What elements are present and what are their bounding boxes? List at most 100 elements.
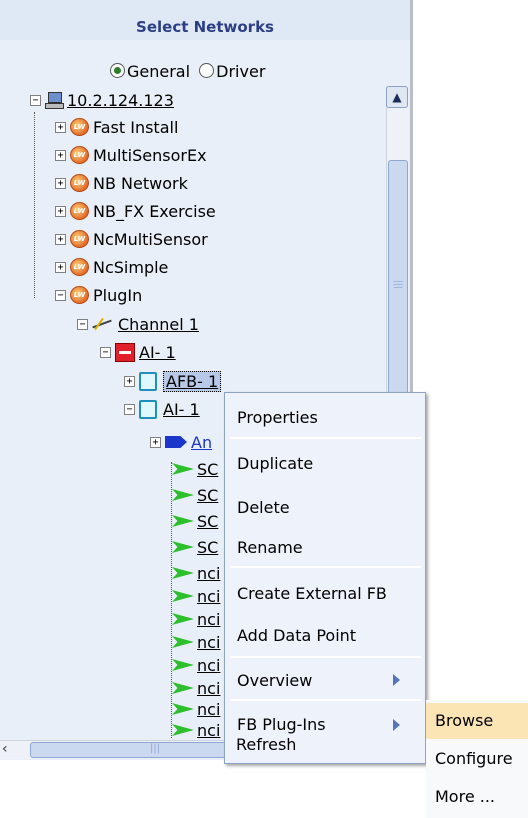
- expand-icon[interactable]: +: [124, 375, 135, 387]
- input-point-icon: [172, 541, 194, 553]
- input-point-icon: [172, 613, 194, 625]
- submenu-arrow-icon: [393, 719, 400, 731]
- expand-icon[interactable]: +: [55, 177, 66, 189]
- point-label[interactable]: nci: [197, 564, 220, 583]
- submenu-item-configure[interactable]: Configure: [434, 741, 528, 777]
- expand-icon[interactable]: +: [150, 436, 161, 448]
- tree-guide-line: [34, 112, 35, 298]
- tree-point[interactable]: nci: [172, 631, 220, 653]
- network-label[interactable]: Fast Install: [93, 118, 178, 137]
- tree-node-child[interactable]: + An: [150, 431, 212, 453]
- general-radio[interactable]: [110, 63, 125, 78]
- network-label[interactable]: PlugIn: [93, 286, 142, 305]
- menu-item-duplicate[interactable]: Duplicate: [237, 454, 313, 473]
- tree-point[interactable]: nci: [172, 719, 220, 741]
- collapse-icon[interactable]: −: [124, 403, 135, 415]
- tree-node-network[interactable]: + LW NcMultiSensor: [55, 228, 208, 250]
- tree-point[interactable]: SC: [172, 510, 218, 532]
- scroll-left-icon[interactable]: ‹: [2, 741, 20, 757]
- tree-point[interactable]: SC: [172, 484, 218, 506]
- menu-separator: [231, 656, 421, 658]
- panel-title: Select Networks: [136, 18, 274, 36]
- driver-radio[interactable]: [199, 63, 215, 78]
- functional-block-icon: [139, 399, 157, 419]
- tree-node-network[interactable]: + LW Fast Install: [55, 116, 178, 138]
- input-point-icon: [172, 659, 194, 671]
- device-label[interactable]: AI- 1: [139, 343, 176, 362]
- lonworks-icon: LW: [70, 146, 89, 164]
- point-label[interactable]: nci: [197, 656, 220, 675]
- tree-point[interactable]: nci: [172, 698, 220, 720]
- tree-point[interactable]: SC: [172, 458, 218, 480]
- driver-label[interactable]: Driver: [216, 62, 265, 81]
- tree-node-network[interactable]: + LW NcSimple: [55, 256, 168, 278]
- expand-icon[interactable]: +: [55, 121, 66, 133]
- tree-point[interactable]: nci: [172, 585, 220, 607]
- network-label[interactable]: NcSimple: [93, 258, 168, 277]
- computer-icon: [45, 92, 64, 109]
- point-label[interactable]: nci: [197, 721, 220, 740]
- submenu-item-browse[interactable]: Browse: [426, 703, 528, 739]
- collapse-icon[interactable]: −: [77, 318, 88, 330]
- input-point-icon: [172, 489, 194, 501]
- point-label[interactable]: nci: [197, 633, 220, 652]
- server-label[interactable]: 10.2.124.123: [67, 91, 174, 110]
- child-label[interactable]: An: [191, 433, 212, 452]
- functional-block-icon: [139, 371, 157, 391]
- grip-icon: — — —: [393, 276, 403, 293]
- menu-item-rename[interactable]: Rename: [237, 538, 303, 557]
- tree-node-device[interactable]: − AI- 1: [100, 341, 176, 363]
- point-label[interactable]: SC: [197, 538, 218, 557]
- tree-node-network[interactable]: + LW MultiSensorEx: [55, 144, 207, 166]
- expand-icon[interactable]: +: [55, 149, 66, 161]
- menu-separator: [231, 437, 421, 439]
- channel-label[interactable]: Channel 1: [118, 315, 199, 334]
- tree-node-afb[interactable]: + AFB- 1: [124, 370, 222, 392]
- network-label[interactable]: NB Network: [93, 174, 188, 193]
- tree-node-network[interactable]: + LW NB_FX Exercise: [55, 200, 216, 222]
- collapse-icon[interactable]: −: [30, 94, 41, 106]
- tree-node-network[interactable]: + LW NB Network: [55, 172, 188, 194]
- point-label[interactable]: SC: [197, 460, 218, 479]
- tree-point[interactable]: nci: [172, 677, 220, 699]
- menu-item-add-data-point[interactable]: Add Data Point: [237, 626, 356, 645]
- tree-point[interactable]: nci: [172, 654, 220, 676]
- submenu-item-more[interactable]: More ...: [434, 779, 528, 815]
- menu-item-delete[interactable]: Delete: [237, 498, 290, 517]
- panel-header: Select Networks: [0, 0, 410, 40]
- point-label[interactable]: SC: [197, 512, 218, 531]
- expand-icon[interactable]: +: [55, 205, 66, 217]
- tree-point[interactable]: nci: [172, 608, 220, 630]
- point-label[interactable]: nci: [197, 610, 220, 629]
- input-point-icon: [172, 463, 194, 475]
- lonworks-icon: LW: [70, 118, 89, 136]
- tree-node-channel[interactable]: − Channel 1: [77, 313, 199, 335]
- network-label[interactable]: MultiSensorEx: [93, 146, 207, 165]
- general-label[interactable]: General: [127, 62, 190, 81]
- tree-node-fb[interactable]: − AI- 1: [124, 398, 200, 420]
- collapse-icon[interactable]: −: [55, 289, 66, 301]
- network-label[interactable]: NB_FX Exercise: [93, 202, 216, 221]
- menu-item-create-external-fb[interactable]: Create External FB: [237, 584, 387, 603]
- point-label[interactable]: nci: [197, 700, 220, 719]
- point-label[interactable]: nci: [197, 679, 220, 698]
- scroll-up-button[interactable]: ▲: [386, 86, 408, 108]
- menu-item-overview[interactable]: Overview: [237, 671, 312, 690]
- menu-item-properties[interactable]: Properties: [237, 408, 318, 427]
- fb-label[interactable]: AI- 1: [163, 400, 200, 419]
- tree-node-network[interactable]: − LW PlugIn: [55, 284, 142, 306]
- tree-node-server[interactable]: − 10.2.124.123: [30, 89, 174, 111]
- collapse-icon[interactable]: −: [100, 346, 111, 358]
- menu-separator: [231, 566, 421, 568]
- tree-point[interactable]: nci: [172, 562, 220, 584]
- menu-separator: [231, 699, 421, 701]
- point-label[interactable]: SC: [197, 486, 218, 505]
- expand-icon[interactable]: +: [55, 261, 66, 273]
- tree-point[interactable]: SC: [172, 536, 218, 558]
- expand-icon[interactable]: +: [55, 233, 66, 245]
- menu-item-refresh[interactable]: Refresh: [236, 735, 296, 754]
- network-label[interactable]: NcMultiSensor: [93, 230, 208, 249]
- point-label[interactable]: nci: [197, 587, 220, 606]
- afb-label[interactable]: AFB- 1: [163, 370, 222, 392]
- menu-item-fb-plug-ins[interactable]: FB Plug-Ins: [237, 715, 326, 734]
